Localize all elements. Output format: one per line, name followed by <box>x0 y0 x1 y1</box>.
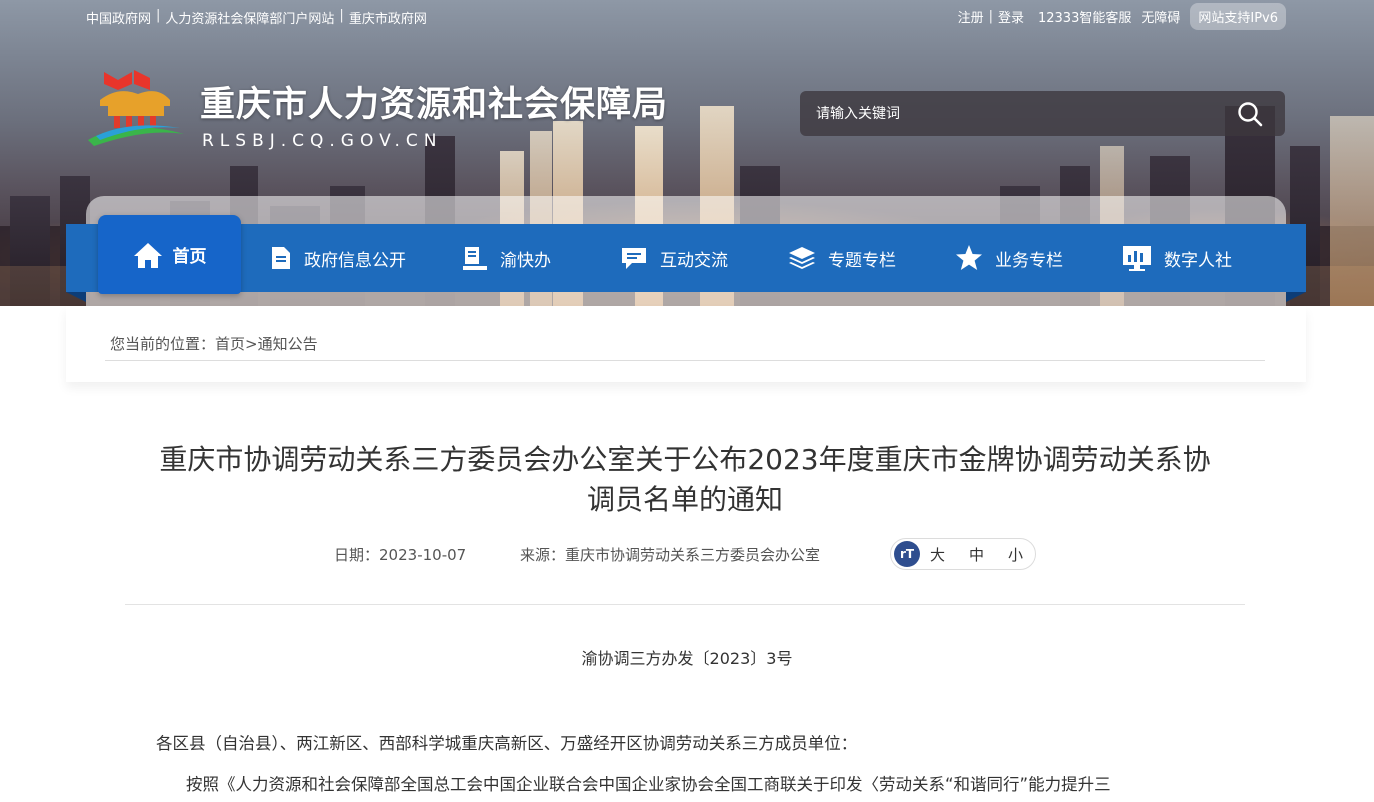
separator: | <box>988 9 993 24</box>
source-value: 重庆市协调劳动关系三方委员会办公室 <box>565 546 821 564</box>
breadcrumb-separator: > <box>245 335 258 353</box>
nav-item-gov-info[interactable]: 政府信息公开 <box>270 224 406 292</box>
nav-item-label: 业务专栏 <box>995 250 1063 271</box>
separator: | <box>156 8 161 23</box>
nav-item-home[interactable]: 首页 <box>98 215 241 294</box>
date-label: 日期： <box>334 546 380 564</box>
search-icon[interactable] <box>1237 101 1263 127</box>
font-size-small[interactable]: 小 <box>1008 544 1023 565</box>
hotline-link[interactable]: 12333智能客服 <box>1038 7 1131 26</box>
divider <box>125 604 1245 605</box>
document-icon <box>272 247 290 269</box>
nav-item-digital[interactable]: 数字人社 <box>1122 224 1232 292</box>
nav-item-business[interactable]: 业务专栏 <box>955 224 1063 292</box>
nav-item-label: 政府信息公开 <box>304 250 406 271</box>
nav-item-topics[interactable]: 专题专栏 <box>788 224 896 292</box>
monitor-icon <box>1123 246 1151 271</box>
nav-item-label: 专题专栏 <box>828 250 896 271</box>
link-gov-cn[interactable]: 中国政府网 <box>86 8 151 27</box>
layers-icon <box>789 247 815 269</box>
date-value: 2023-10-07 <box>379 546 467 564</box>
external-links: 中国政府网 | 人力资源社会保障部门户网站 | 重庆市政府网 <box>86 8 427 27</box>
nav-item-interaction[interactable]: 互动交流 <box>620 224 728 292</box>
site-domain: RLSBJ.CQ.GOV.CN <box>202 131 443 151</box>
document-number: 渝协调三方办发〔2023〕3号 <box>581 649 793 668</box>
login-link[interactable]: 登录 <box>998 7 1024 26</box>
user-links: 注册 | 登录 12333智能客服 无障碍 网站支持IPv6 <box>958 3 1286 30</box>
accessibility-link[interactable]: 无障碍 <box>1141 7 1180 26</box>
source-label: 来源： <box>520 546 566 564</box>
search-input[interactable] <box>800 93 1210 134</box>
star-icon <box>956 245 982 270</box>
font-size-large[interactable]: 大 <box>930 544 945 565</box>
breadcrumb-prefix: 您当前的位置： <box>110 335 216 353</box>
nav-item-label: 数字人社 <box>1164 250 1232 271</box>
article-title-line: 调员名单的通知 <box>586 483 783 516</box>
emblem-logo-icon <box>88 70 184 146</box>
nav-item-label: 首页 <box>172 247 207 267</box>
home-icon <box>133 242 162 268</box>
register-link[interactable]: 注册 <box>958 7 984 26</box>
font-size-switcher: rT 大 中 小 <box>890 538 1036 570</box>
site-name-block: 重庆市人力资源和社会保障局 RLSBJ.CQ.GOV.CN <box>186 70 668 151</box>
font-size-icon: rT <box>894 541 920 567</box>
article-date: 日期：2023-10-07 <box>334 544 466 565</box>
site-logo[interactable]: 重庆市人力资源和社会保障局 RLSBJ.CQ.GOV.CN <box>86 70 668 151</box>
nav-ribbon-fold <box>1286 292 1306 302</box>
article-title: 重庆市协调劳动关系三方委员会办公室关于公布2023年度重庆市金牌协调劳动关系协 … <box>110 440 1260 520</box>
chat-icon <box>622 248 646 269</box>
divider <box>105 360 1265 361</box>
site-title: 重庆市人力资源和社会保障局 <box>200 85 669 125</box>
article-title-line: 重庆市协调劳动关系三方委员会办公室关于公布2023年度重庆市金牌协调劳动关系协 <box>159 443 1211 476</box>
nav-item-yukuaiban[interactable]: 渝快办 <box>462 224 551 292</box>
font-size-medium[interactable]: 中 <box>969 544 984 565</box>
top-bar: 中国政府网 | 人力资源社会保障部门户网站 | 重庆市政府网 注册 | 登录 1… <box>0 0 1374 34</box>
service-icon <box>463 247 487 270</box>
article-body-paragraph: 按照《人力资源和社会保障部全国总工会中国企业联合会中国企业家协会全国工商联关于印… <box>186 775 1111 794</box>
nav-item-label: 渝快办 <box>500 250 551 271</box>
article-salutation: 各区县（自治县）、两江新区、西部科学城重庆高新区、万盛经开区协调劳动关系三方成员… <box>156 734 858 753</box>
search-bar <box>800 91 1285 136</box>
breadcrumb-home-link[interactable]: 首页 <box>215 335 245 353</box>
ipv6-badge: 网站支持IPv6 <box>1190 3 1286 30</box>
article-source: 来源：重庆市协调劳动关系三方委员会办公室 <box>520 544 820 565</box>
link-mohrss[interactable]: 人力资源社会保障部门户网站 <box>165 8 334 27</box>
separator: | <box>339 8 344 23</box>
breadcrumb-current-link[interactable]: 通知公告 <box>258 335 318 353</box>
breadcrumb: 您当前的位置：首页>通知公告 <box>110 333 318 354</box>
nav-item-label: 互动交流 <box>660 250 728 271</box>
link-cq-gov[interactable]: 重庆市政府网 <box>349 8 427 27</box>
nav-ribbon-fold <box>66 292 86 302</box>
